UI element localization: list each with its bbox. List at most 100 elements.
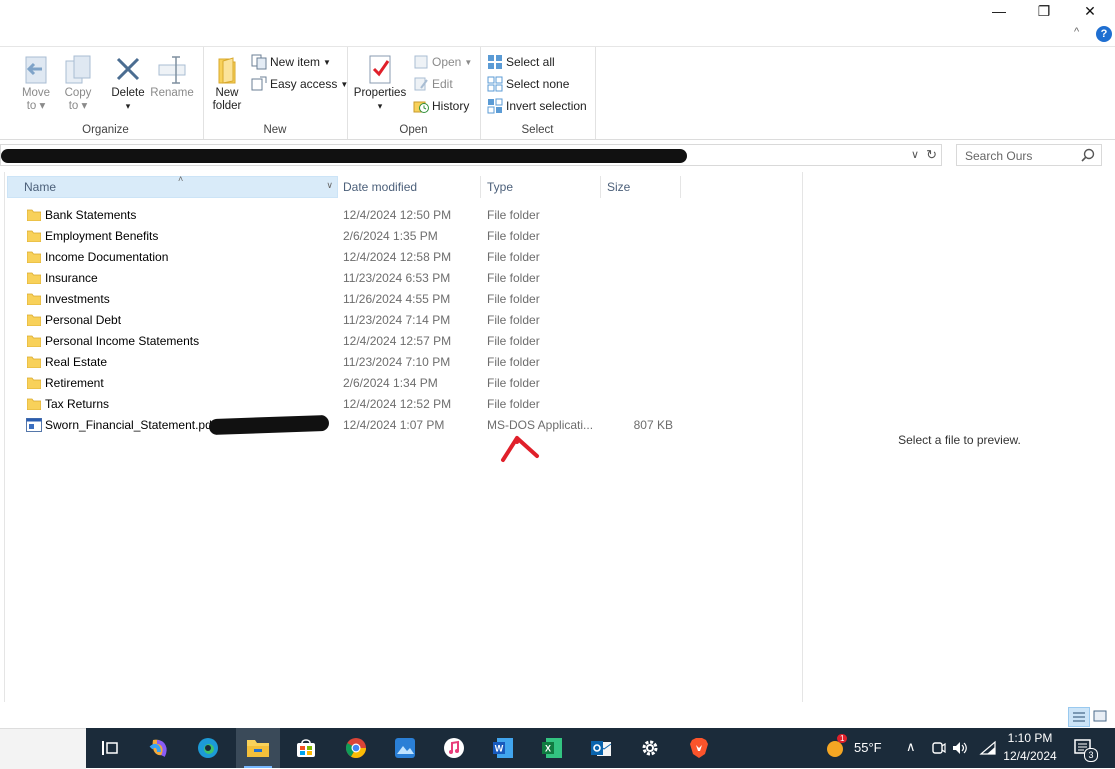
file-row[interactable]: Personal Income Statements 12/4/2024 12:… [5,331,695,352]
excel-icon[interactable]: X [538,734,566,762]
file-explorer-icon[interactable] [244,734,272,762]
itunes-icon[interactable] [440,734,468,762]
file-row[interactable]: Tax Returns 12/4/2024 12:52 PM File fold… [5,394,695,415]
file-type: File folder [487,250,540,264]
copy-to-button[interactable]: Copy to ▾ [55,53,101,113]
new-folder-button[interactable]: New folder [204,53,250,113]
file-date: 12/4/2024 12:57 PM [343,334,452,348]
select-all-label: Select all [506,55,555,69]
new-folder-icon [211,53,243,85]
file-name: Sworn_Financial_Statement.pdf [45,418,216,432]
settings-gear-icon[interactable] [636,734,664,762]
taskbar: W X 1 55°F ∧ 1:10 PM 12/4/2024 3 [86,728,1115,768]
annotation-arrow-icon [501,436,539,462]
select-all-button[interactable]: Select all [487,52,555,72]
new-folder-label-2: folder [212,100,242,112]
file-type: File folder [487,376,540,390]
search-icon[interactable] [1081,148,1095,162]
file-name: Tax Returns [45,397,110,411]
easy-access-icon [251,76,267,92]
refresh-icon[interactable]: ↻ [926,147,937,163]
file-row[interactable]: Sworn_Financial_Statement.pdf 12/4/2024 … [5,414,695,436]
file-row[interactable]: Employment Benefits 2/6/2024 1:35 PM Fil… [5,226,695,247]
sort-ascending-icon: ˄ [178,174,184,184]
title-bar [0,0,1115,24]
column-header-name[interactable]: ˄ Name ∨ [7,174,338,198]
file-row[interactable]: Income Documentation 12/4/2024 12:58 PM … [5,247,695,268]
copilot-icon[interactable] [145,734,173,762]
photos-app-icon[interactable] [391,734,419,762]
rename-button[interactable]: Rename [149,53,195,100]
copy-to-label-2: to ▾ [68,100,88,112]
move-to-button[interactable]: Move to ▾ [13,53,59,113]
move-to-label-2: to ▾ [26,100,46,112]
task-view-icon[interactable] [96,734,124,762]
file-date: 11/23/2024 7:10 PM [343,355,451,369]
word-icon[interactable]: W [489,734,517,762]
new-item-icon [251,54,267,70]
easy-access-button[interactable]: Easy access ▼ [251,74,348,94]
easy-access-label: Easy access [270,77,338,91]
restore-button[interactable]: ❐ [1021,0,1067,22]
clock-date[interactable]: 12/4/2024 [996,749,1064,763]
file-row[interactable]: Personal Debt 11/23/2024 7:14 PM File fo… [5,310,695,331]
edit-icon [413,76,429,92]
column-filter-dropdown-icon[interactable]: ∨ [326,180,333,191]
file-date: 11/26/2024 4:55 PM [343,292,451,306]
tray-chevron-icon[interactable]: ∧ [906,739,916,755]
folder-icon [26,335,42,348]
new-item-button[interactable]: New item ▼ [251,52,331,72]
file-type: File folder [487,313,540,327]
search-box[interactable] [956,144,1102,166]
address-bar[interactable]: ∨ ↻ [0,144,942,166]
file-type: File folder [487,397,540,411]
select-group: Select all Select none Invert selection … [480,47,596,139]
preview-message: Select a file to preview. [898,433,1021,447]
file-row[interactable]: Insurance 11/23/2024 6:53 PM File folder [5,268,695,289]
details-view-toggle[interactable] [1068,707,1090,727]
file-row[interactable]: Investments 11/26/2024 4:55 PM File fold… [5,289,695,310]
file-row[interactable]: Real Estate 11/23/2024 7:10 PM File fold… [5,352,695,373]
clock-time[interactable]: 1:10 PM [996,731,1064,745]
file-list: ˄ Name ∨ Date modified Type Size Bank St… [5,172,801,702]
close-button[interactable]: ✕ [1067,0,1113,22]
large-icons-view-toggle[interactable] [1090,707,1110,725]
file-name: Insurance [45,271,98,285]
delete-button[interactable]: Delete ▾ [105,53,151,113]
column-divider[interactable] [680,176,681,198]
search-input[interactable] [963,146,1085,166]
chrome-browser-icon[interactable] [342,734,370,762]
details-view-icon [1073,712,1085,722]
file-date: 12/4/2024 12:50 PM [343,208,452,222]
move-to-icon [20,53,52,85]
select-none-icon [487,76,503,92]
edit-button[interactable]: Edit [413,74,453,94]
taskbar-left-area [0,728,86,769]
collapse-ribbon-icon[interactable]: ^ [1074,26,1079,38]
column-name-label: Name [24,180,57,194]
select-none-button[interactable]: Select none [487,74,569,94]
outlook-icon[interactable] [587,734,615,762]
file-date: 12/4/2024 12:52 PM [343,397,452,411]
properties-button[interactable]: Properties ▾ [353,53,407,113]
column-header-date[interactable]: Date modified [337,176,481,198]
microsoft-store-icon[interactable] [292,734,320,762]
file-row[interactable]: Bank Statements 12/4/2024 12:50 PM File … [5,205,695,226]
history-button[interactable]: History [413,96,469,116]
file-type: File folder [487,229,540,243]
open-button[interactable]: Open ▼ [413,52,472,72]
column-header-size[interactable]: Size [601,176,681,198]
help-icon[interactable]: ? [1096,26,1112,42]
open-icon [413,54,429,70]
weather-temperature[interactable]: 55°F [854,740,882,755]
volume-icon[interactable] [946,734,974,762]
address-history-dropdown-icon[interactable]: ∨ [911,148,919,161]
minimize-button[interactable]: — [976,0,1022,22]
brave-browser-icon[interactable] [685,734,713,762]
notification-count-badge: 3 [1084,748,1098,762]
invert-selection-button[interactable]: Invert selection [487,96,587,116]
file-row[interactable]: Retirement 2/6/2024 1:34 PM File folder [5,373,695,394]
column-header-type[interactable]: Type [481,176,601,198]
folder-icon [26,314,42,327]
edge-browser-icon[interactable] [194,734,222,762]
